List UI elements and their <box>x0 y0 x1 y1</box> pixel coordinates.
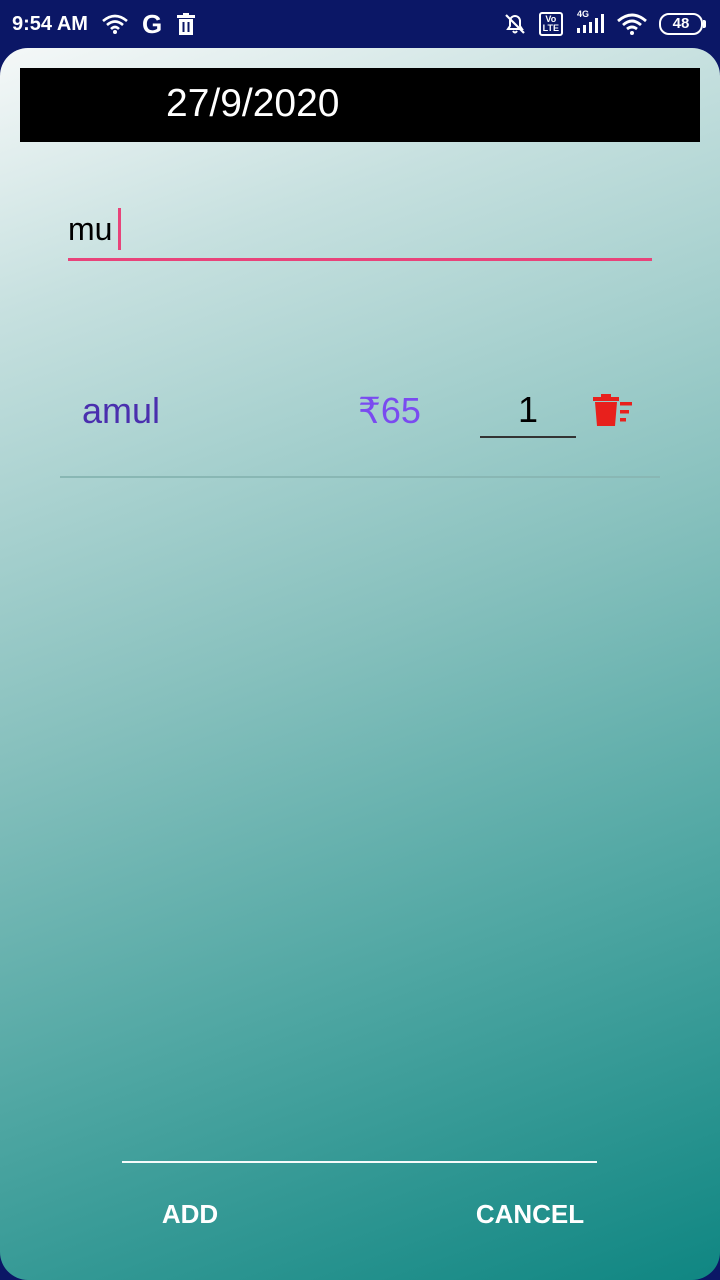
search-field[interactable] <box>68 200 652 261</box>
text-cursor <box>118 208 121 250</box>
add-button[interactable]: ADD <box>120 1180 260 1248</box>
battery-level: 48 <box>659 13 703 35</box>
search-input[interactable] <box>68 208 652 250</box>
order-dialog: 27/9/2020 amul ₹65 ADD CANCEL <box>0 48 720 1280</box>
date-label: 27/9/2020 <box>166 82 340 125</box>
trash-status-icon <box>176 13 196 35</box>
status-right: Vo LTE 4G 48 <box>503 0 706 48</box>
product-price: ₹65 <box>358 390 421 431</box>
delete-sweep-icon[interactable] <box>592 394 636 433</box>
button-divider <box>122 1161 597 1163</box>
quantity-field[interactable] <box>480 386 576 438</box>
status-time: 9:54 AM <box>12 12 88 35</box>
status-left: 9:54 AM G <box>12 0 196 48</box>
date-header: 27/9/2020 <box>20 68 700 142</box>
network-badge: 4G <box>577 9 590 19</box>
cancel-button[interactable]: CANCEL <box>450 1180 610 1248</box>
quantity-input[interactable] <box>480 386 576 434</box>
google-icon: G <box>141 9 163 39</box>
wifi-icon <box>102 14 128 34</box>
alarm-off-icon <box>503 12 527 36</box>
battery-icon: 48 <box>659 13 706 35</box>
status-bar: 9:54 AM G Vo LTE 4G 48 <box>0 0 720 48</box>
product-name: amul <box>82 390 161 431</box>
list-item: amul ₹65 <box>60 368 660 478</box>
volte-icon: Vo LTE <box>538 12 563 36</box>
signal-icon: 4G <box>575 9 605 35</box>
wifi-signal-icon <box>617 13 647 35</box>
